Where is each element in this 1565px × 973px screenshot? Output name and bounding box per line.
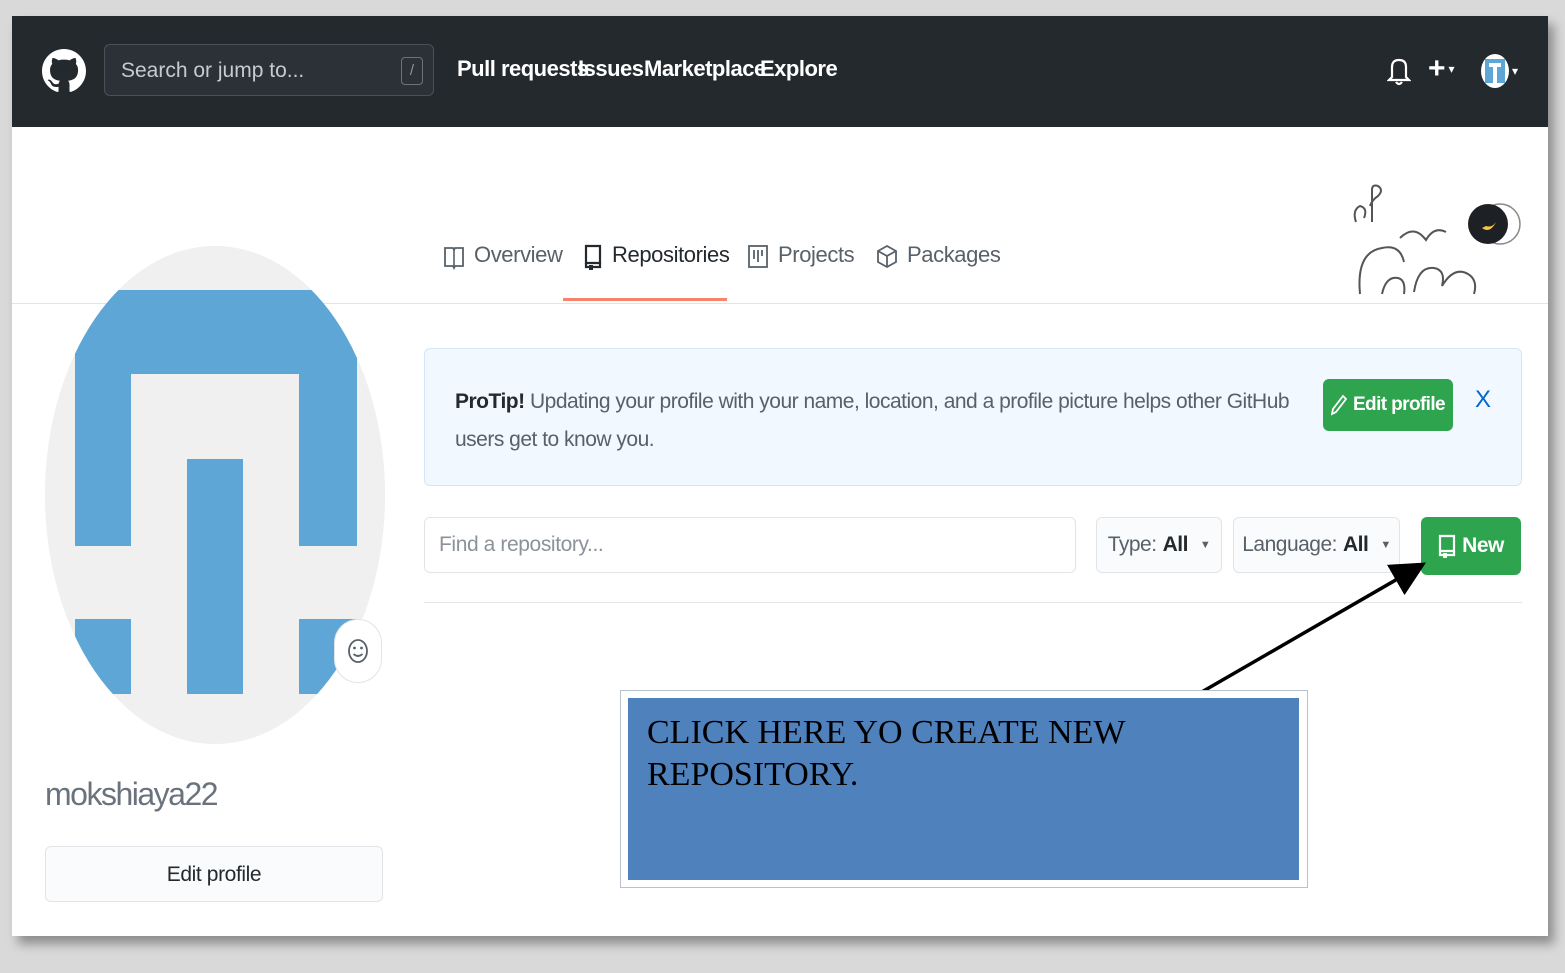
callout-fill: CLICK HERE YO CREATE NEW REPOSITORY. bbox=[628, 698, 1299, 880]
identicon-image bbox=[45, 246, 385, 744]
find-repository-input[interactable] bbox=[424, 517, 1076, 573]
chevron-down-icon: ▾ bbox=[1448, 62, 1455, 76]
user-menu[interactable]: ▾ bbox=[1481, 54, 1518, 88]
top-header: / Pull requests Issues Marketplace Explo… bbox=[12, 16, 1548, 127]
protip-lead: ProTip! bbox=[455, 390, 525, 413]
close-icon[interactable]: X bbox=[1471, 385, 1495, 415]
plus-icon: + bbox=[1428, 52, 1446, 85]
type-filter-label: Type: bbox=[1107, 533, 1157, 556]
protip-body: Updating your profile with your name, lo… bbox=[455, 390, 1290, 451]
language-filter-label: Language: bbox=[1242, 533, 1338, 556]
repo-list-divider bbox=[424, 602, 1522, 603]
language-filter-dropdown[interactable]: Language: All ▼ bbox=[1233, 517, 1400, 573]
tab-label: Repositories bbox=[612, 242, 730, 267]
repo-icon bbox=[584, 244, 602, 270]
nav-explore[interactable]: Explore bbox=[760, 56, 838, 82]
search-box[interactable]: / bbox=[104, 44, 434, 97]
search-input[interactable] bbox=[119, 45, 393, 97]
nav-marketplace[interactable]: Marketplace bbox=[644, 56, 766, 82]
screenshot-frame: / Pull requests Issues Marketplace Explo… bbox=[12, 16, 1548, 936]
contribution-doodle-icon bbox=[1353, 184, 1521, 295]
new-repository-button[interactable]: New bbox=[1421, 517, 1521, 575]
button-label: Edit profile bbox=[1352, 394, 1446, 415]
book-icon bbox=[444, 247, 464, 270]
github-logo-icon[interactable] bbox=[42, 49, 86, 93]
type-filter-dropdown[interactable]: Type: All ▼ bbox=[1096, 517, 1222, 573]
tab-packages[interactable]: Packages bbox=[876, 242, 1001, 302]
profile-username: mokshiaya22 bbox=[45, 776, 219, 812]
chevron-down-icon: ▼ bbox=[1380, 539, 1391, 551]
pencil-icon bbox=[1330, 394, 1347, 416]
tab-label: Projects bbox=[778, 242, 855, 267]
type-filter-value: All bbox=[1162, 533, 1189, 556]
tab-repositories[interactable]: Repositories bbox=[583, 242, 730, 302]
user-avatar-icon bbox=[1481, 54, 1509, 88]
chevron-down-icon: ▼ bbox=[1199, 539, 1211, 551]
repo-icon bbox=[1439, 534, 1456, 558]
nav-pull-requests[interactable]: Pull requests bbox=[457, 56, 589, 82]
callout-text: CLICK HERE YO CREATE NEW REPOSITORY. bbox=[647, 714, 1125, 793]
create-new-menu[interactable]: + ▾ bbox=[1428, 54, 1455, 84]
set-status-button[interactable] bbox=[334, 619, 382, 683]
profile-avatar[interactable] bbox=[45, 246, 385, 744]
chevron-down-icon: ▾ bbox=[1512, 64, 1519, 78]
tab-label: Packages bbox=[907, 242, 1001, 267]
nav-issues[interactable]: Issues bbox=[578, 56, 644, 82]
notification-bell-icon[interactable] bbox=[1387, 56, 1411, 86]
protip-message: ProTip! Updating your profile with your … bbox=[455, 383, 1295, 459]
package-icon bbox=[877, 244, 897, 269]
tab-label: Overview bbox=[474, 242, 563, 267]
annotation-callout: CLICK HERE YO CREATE NEW REPOSITORY. bbox=[620, 690, 1308, 888]
smiley-icon bbox=[348, 639, 368, 663]
language-filter-value: All bbox=[1343, 533, 1369, 556]
edit-profile-button[interactable]: Edit profile bbox=[45, 846, 383, 902]
tab-overview[interactable]: Overview bbox=[443, 242, 563, 302]
tab-projects[interactable]: Projects bbox=[747, 242, 855, 302]
slash-shortcut-badge: / bbox=[401, 57, 423, 85]
protip-edit-profile-button[interactable]: Edit profile bbox=[1323, 379, 1453, 431]
protip-banner: ProTip! Updating your profile with your … bbox=[424, 348, 1522, 486]
project-board-icon bbox=[748, 245, 768, 268]
button-label: New bbox=[1462, 534, 1504, 557]
active-tab-indicator bbox=[563, 298, 727, 301]
